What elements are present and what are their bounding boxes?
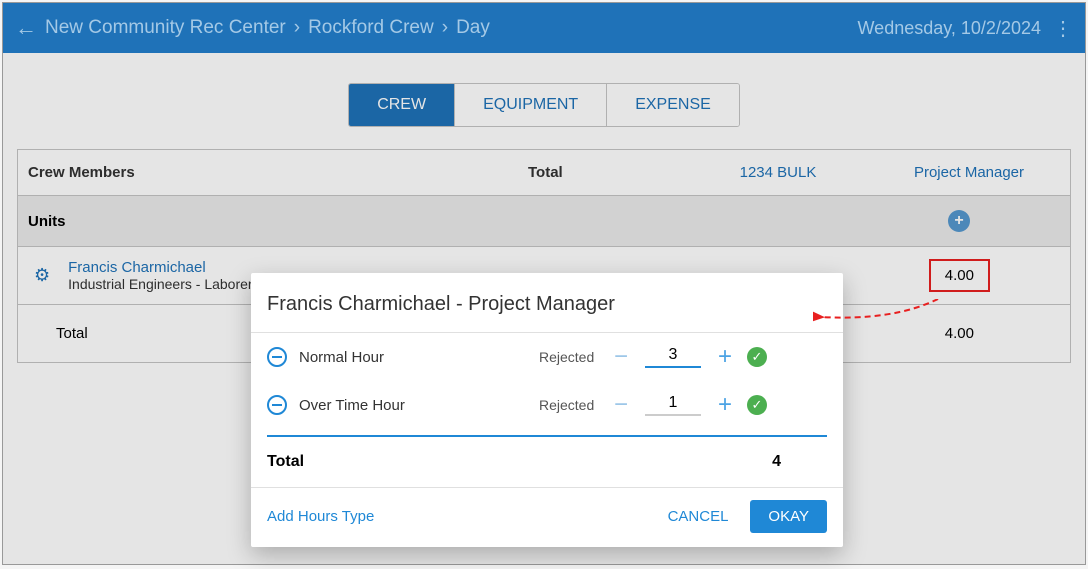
modal-total-label: Total <box>267 453 772 471</box>
status-badge: Rejected <box>539 397 609 413</box>
breadcrumb-project[interactable]: New Community Rec Center <box>45 17 286 39</box>
chevron-right-icon: › <box>294 17 300 39</box>
modal-total-row: Total 4 <box>251 437 843 488</box>
breadcrumb-day[interactable]: Day <box>456 17 490 39</box>
modal-total-value: 4 <box>772 453 781 471</box>
modal-footer: Add Hours Type CANCEL OKAY <box>251 488 843 547</box>
modal-title: Francis Charmichael - Project Manager <box>251 273 843 333</box>
status-badge: Rejected <box>539 349 609 365</box>
remove-icon[interactable] <box>267 395 287 415</box>
decrement-button[interactable]: − <box>609 391 633 419</box>
decrement-button[interactable]: − <box>609 343 633 371</box>
cancel-button[interactable]: CANCEL <box>668 508 729 525</box>
remove-icon[interactable] <box>267 347 287 367</box>
hour-type-label: Over Time Hour <box>299 397 539 414</box>
breadcrumb-crew[interactable]: Rockford Crew <box>308 17 434 39</box>
increment-button[interactable]: + <box>713 343 737 371</box>
check-icon[interactable]: ✓ <box>747 395 767 415</box>
hour-input-overtime[interactable] <box>645 394 701 416</box>
check-icon[interactable]: ✓ <box>747 347 767 367</box>
back-arrow-icon[interactable]: ← <box>15 15 37 41</box>
hour-type-label: Normal Hour <box>299 349 539 366</box>
header-bar: ← New Community Rec Center › Rockford Cr… <box>3 3 1085 53</box>
hour-row-normal: Normal Hour Rejected − + ✓ <box>251 333 843 381</box>
hour-input-normal[interactable] <box>645 346 701 368</box>
hour-row-overtime: Over Time Hour Rejected − + ✓ <box>251 381 843 429</box>
header-date: Wednesday, 10/2/2024 <box>858 18 1041 39</box>
kebab-menu-icon[interactable]: ⋮ <box>1053 16 1073 41</box>
hours-modal: Francis Charmichael - Project Manager No… <box>251 273 843 547</box>
add-hours-type-link[interactable]: Add Hours Type <box>267 508 374 525</box>
increment-button[interactable]: + <box>713 391 737 419</box>
chevron-right-icon: › <box>442 17 448 39</box>
okay-button[interactable]: OKAY <box>750 500 827 533</box>
